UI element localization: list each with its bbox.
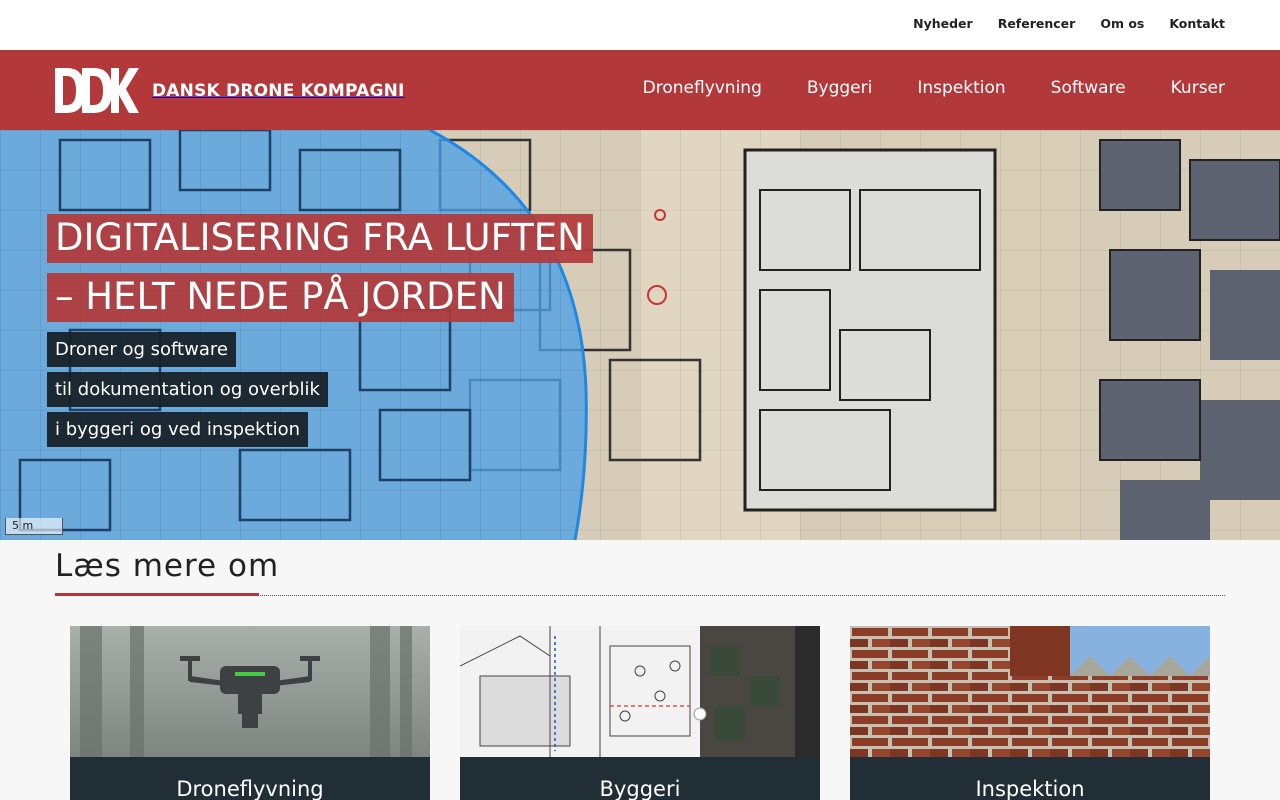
nav-inspektion[interactable]: Inspektion — [917, 78, 1005, 98]
hero-headline-line-2: – HELT NEDE PÅ JORDEN — [47, 273, 514, 322]
card-byggeri[interactable]: Byggeri — [460, 626, 820, 800]
nav-droneflyvning[interactable]: Droneflyvning — [643, 78, 762, 98]
nav-byggeri[interactable]: Byggeri — [807, 78, 872, 98]
top-link-nyheder[interactable]: Nyheder — [913, 16, 973, 31]
hero-headline: DIGITALISERING FRA LUFTEN – HELT NEDE PÅ… — [47, 214, 593, 332]
top-link-om-os[interactable]: Om os — [1100, 16, 1144, 31]
top-link-referencer[interactable]: Referencer — [998, 16, 1076, 31]
brand-name: DANSK DRONE KOMPAGNI — [152, 80, 405, 101]
hero-headline-line-1: DIGITALISERING FRA LUFTEN — [47, 214, 593, 263]
card-caption: Droneflyvning — [70, 757, 430, 800]
hero-sub-line-1: Droner og software — [47, 332, 236, 367]
nav-software[interactable]: Software — [1051, 78, 1126, 98]
card-droneflyvning[interactable]: Droneflyvning — [70, 626, 430, 800]
nav-kurser[interactable]: Kurser — [1171, 78, 1225, 98]
read-more-section: Læs mere om — [55, 548, 1225, 596]
drone-photo — [70, 626, 430, 757]
read-more-title: Læs mere om — [55, 548, 280, 584]
top-utility-bar: Nyheder Referencer Om os Kontakt — [0, 0, 1280, 50]
hero-sub-line-3: i byggeri og ved inspektion — [47, 412, 309, 447]
site-plan-photo — [460, 626, 820, 757]
top-links: Nyheder Referencer Om os Kontakt — [913, 16, 1225, 31]
hero-subtitle: Droner og software til dokumentation og … — [47, 332, 328, 452]
main-nav: Droneflyvning Byggeri Inspektion Softwar… — [643, 78, 1225, 98]
card-inspektion[interactable]: Inspektion — [850, 626, 1210, 800]
section-accent-underline — [55, 593, 259, 596]
hero-sub-line-2: til dokumentation og overblik — [47, 372, 328, 407]
brand-logo-link[interactable]: DANSK DRONE KOMPAGNI — [55, 68, 405, 113]
ddk-logo-mark — [55, 68, 139, 113]
main-navbar: DANSK DRONE KOMPAGNI Droneflyvning Bygge… — [0, 50, 1280, 130]
hero-banner: DIGITALISERING FRA LUFTEN – HELT NEDE PÅ… — [0, 130, 1280, 540]
card-caption: Inspektion — [850, 757, 1210, 800]
feature-cards: Droneflyvning Byggeri Inspektion — [70, 626, 1210, 800]
brick-wall-photo — [850, 626, 1210, 757]
top-link-kontakt[interactable]: Kontakt — [1169, 16, 1225, 31]
map-scale-bar: 5 m — [5, 518, 63, 535]
card-caption: Byggeri — [460, 757, 820, 800]
